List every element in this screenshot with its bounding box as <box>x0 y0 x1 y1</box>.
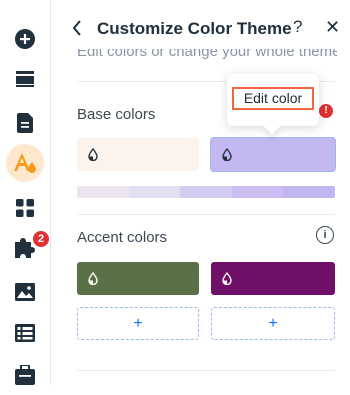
panel-description: Edit colors or change your whole theme. <box>77 49 337 63</box>
sections-icon <box>16 71 34 87</box>
edit-color-tooltip: Edit color <box>227 74 319 126</box>
media-button[interactable] <box>5 272 45 312</box>
plus-icon: + <box>133 314 143 332</box>
puzzle-icon <box>15 238 35 258</box>
accent-colors-label: Accent colors <box>77 229 168 246</box>
add-accent-color-button[interactable]: + <box>77 307 199 340</box>
cms-table-icon <box>15 324 35 342</box>
divider <box>77 214 335 215</box>
accent-color-swatch-1[interactable] <box>77 262 199 295</box>
palette-shade-5 <box>283 186 335 198</box>
info-icon[interactable]: i <box>316 226 334 244</box>
add-icon <box>15 29 35 49</box>
back-button[interactable] <box>67 17 87 39</box>
base-color-swatch-2[interactable] <box>211 138 335 171</box>
add-accent-color-button[interactable]: + <box>211 307 335 340</box>
briefcase-icon <box>15 365 35 385</box>
close-button[interactable]: ✕ <box>325 17 340 38</box>
notification-badge: 2 <box>33 231 49 247</box>
base-colors-label: Base colors <box>77 106 156 123</box>
pages-icon <box>17 113 33 133</box>
customize-color-theme-panel: Customize Color Theme ? ✕ Edit colors or… <box>51 0 350 385</box>
left-tool-rail: 2 <box>0 0 51 385</box>
add-apps-button[interactable]: 2 <box>5 228 49 268</box>
design-button[interactable] <box>5 143 45 183</box>
description-text: Edit colors or change your whole theme. <box>77 49 337 60</box>
help-button[interactable]: ? <box>293 17 302 37</box>
apps-icon <box>16 199 34 217</box>
palette-shade-1 <box>77 186 129 198</box>
media-icon <box>15 283 35 301</box>
panel-header: Customize Color Theme ? ✕ <box>51 0 350 56</box>
add-elements-button[interactable] <box>5 19 45 59</box>
pages-button[interactable] <box>5 103 45 143</box>
error-badge: ! <box>319 104 333 118</box>
apps-button[interactable] <box>5 188 45 228</box>
plus-icon: + <box>268 314 278 332</box>
palette-shade-4 <box>231 186 284 198</box>
base-color-swatch-1[interactable] <box>77 138 199 171</box>
accent-color-swatch-2[interactable] <box>211 262 335 295</box>
color-drop-icon <box>222 272 232 285</box>
business-button[interactable] <box>5 355 45 395</box>
panel-title: Customize Color Theme <box>97 19 292 38</box>
sections-button[interactable] <box>5 59 45 99</box>
color-drop-icon <box>222 148 232 161</box>
chevron-left-icon <box>72 20 81 36</box>
edit-color-button[interactable]: Edit color <box>232 87 314 110</box>
palette-shade-3 <box>180 186 232 198</box>
design-icon <box>14 153 36 173</box>
palette-shade-2 <box>128 186 181 198</box>
color-drop-icon <box>88 272 98 285</box>
palette-preview-bar <box>77 186 335 198</box>
cms-button[interactable] <box>5 313 45 353</box>
color-drop-icon <box>88 148 98 161</box>
divider <box>77 370 335 371</box>
